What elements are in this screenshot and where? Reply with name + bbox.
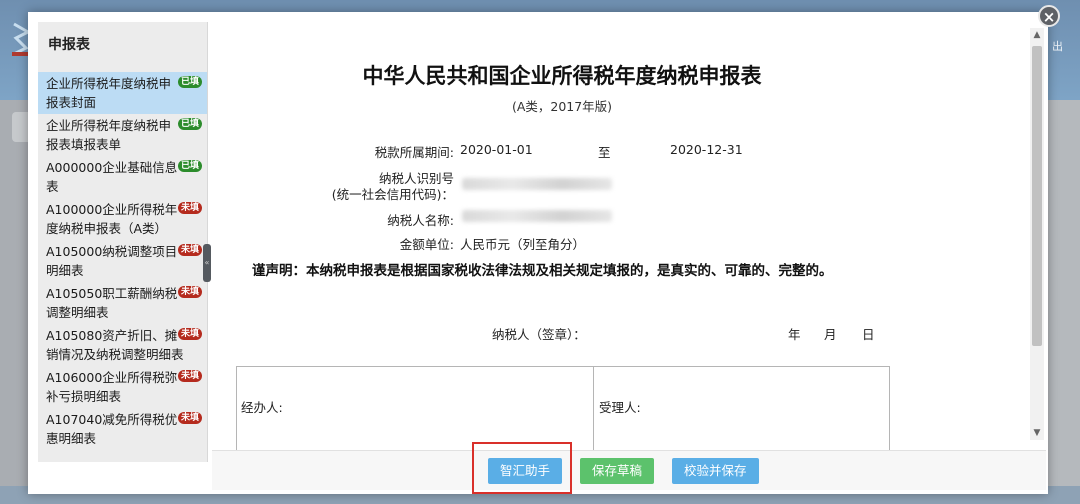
background-left-panel (0, 100, 30, 504)
scroll-up-icon[interactable]: ▲ (1030, 28, 1044, 42)
sidebar-item[interactable]: 未填 A105000纳税调整项目明细表 (38, 240, 207, 282)
background-right-panel (1046, 100, 1080, 504)
day-label: 日 (862, 327, 875, 342)
declaration-text: 谨声明：本纳税申报表是根据国家税收法律法规及相关规定填报的，是真实的、可靠的、完… (252, 263, 833, 279)
table-divider (593, 367, 594, 450)
status-badge: 未填 (177, 412, 202, 424)
currency-value: 人民币元（列至角分） (460, 237, 586, 252)
document-scrollbar[interactable]: ▲ ▼ (1030, 28, 1044, 440)
validate-save-button[interactable]: 校验并保存 (672, 458, 759, 484)
close-icon[interactable]: × (1038, 5, 1060, 27)
period-to: 至 (598, 145, 611, 160)
sidebar-item[interactable]: 已填 企业所得税年度纳税申报表封面 (38, 72, 207, 114)
sidebar-item[interactable]: 已填 企业所得税年度纳税申报表填报表单 (38, 114, 207, 156)
period-start: 2020-01-01 (460, 142, 533, 157)
status-badge: 未填 (177, 286, 202, 298)
sidebar-item[interactable]: 已填 A000000企业基础信息表 (38, 156, 207, 198)
assistant-highlight-box (472, 442, 572, 494)
signature-table: 经办人: 受理人: (236, 366, 890, 450)
logout-link[interactable]: 出 (1052, 38, 1063, 54)
status-badge: 未填 (177, 328, 202, 340)
sidebar-item[interactable]: 未填 A105080资产折旧、摊销情况及纳税调整明细表 (38, 324, 207, 366)
credit-code-label: (统一社会信用代码)： (331, 187, 454, 202)
currency-label: 金额单位: (399, 237, 454, 252)
sidebar-item[interactable]: 未填 A105050职工薪酬纳税调整明细表 (38, 282, 207, 324)
month-label: 月 (824, 327, 837, 342)
sidebar-title: 申报表 (48, 37, 90, 53)
period-end: 2020-12-31 (670, 142, 743, 157)
status-badge: 未填 (177, 244, 202, 256)
document-title: 中华人民共和国企业所得税年度纳税申报表 (362, 64, 762, 88)
scroll-down-icon[interactable]: ▼ (1030, 426, 1044, 440)
period-label: 税款所属期间: (374, 145, 454, 160)
taxpayer-id-redacted (462, 178, 612, 190)
document-subtitle: (A类，2017年版) (511, 99, 613, 114)
status-badge: 已填 (177, 118, 202, 130)
taxpayer-name-label: 纳税人名称: (387, 213, 454, 228)
sidebar-item[interactable]: 未填 A106000企业所得税弥补亏损明细表 (38, 366, 207, 408)
scroll-thumb[interactable] (1032, 46, 1042, 346)
form-list: 已填 企业所得税年度纳税申报表封面 已填 企业所得税年度纳税申报表填报表单 已填 A000… (38, 72, 207, 450)
status-badge: 已填 (177, 76, 202, 88)
signature-label: 纳税人（签章）： (492, 327, 586, 342)
taxpayer-name-redacted (462, 210, 612, 222)
acceptor-label: 受理人: (599, 400, 641, 415)
form-document: 中华人民共和国企业所得税年度纳税申报表 (A类，2017年版) 税款所属期间: … (212, 22, 1032, 450)
handler-label: 经办人: (241, 400, 283, 415)
sidebar-item[interactable]: 未填 A100000企业所得税年度纳税申报表（A类） (38, 198, 207, 240)
save-draft-button[interactable]: 保存草稿 (580, 458, 655, 484)
status-badge: 未填 (177, 370, 202, 382)
status-badge: 已填 (177, 160, 202, 172)
form-list-sidebar: 申报表 已填 企业所得税年度纳税申报表封面 已填 企业所得税年度纳税申报表填报表单 已填… (38, 22, 208, 462)
sidebar-collapse-handle[interactable]: « (203, 244, 211, 282)
year-label: 年 (788, 327, 801, 342)
status-badge: 未填 (177, 202, 202, 214)
sidebar-item[interactable]: 未填 A107040减免所得税优惠明细表 (38, 408, 207, 450)
